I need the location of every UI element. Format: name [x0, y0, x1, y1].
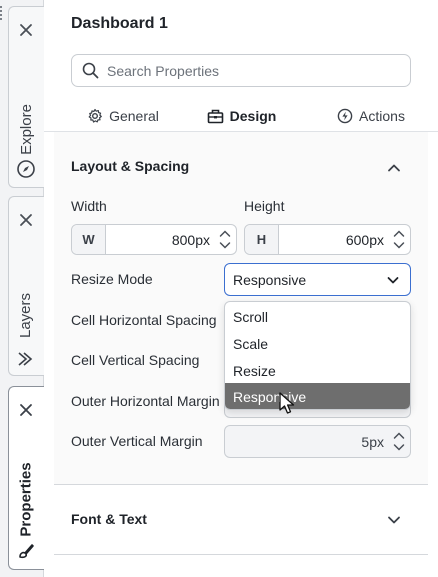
layers-icon [18, 352, 33, 366]
cell-vertical-spacing-label: Cell Vertical Spacing [71, 352, 200, 368]
close-icon[interactable] [9, 399, 43, 421]
menu-option-scroll[interactable]: Scroll [225, 303, 410, 330]
tab-general[interactable]: General [68, 100, 178, 132]
height-value[interactable]: 600px [279, 232, 388, 248]
side-dock: Explore Layers Properties [0, 0, 44, 577]
brush-icon [19, 544, 34, 559]
width-badge: W [72, 225, 106, 254]
width-label: Width [71, 198, 107, 214]
resize-mode-menu: Scroll Scale Resize Responsive [224, 301, 411, 410]
section-divider [54, 554, 428, 555]
gear-icon [88, 108, 102, 123]
resize-mode-select[interactable]: Responsive [224, 263, 411, 296]
menu-option-resize[interactable]: Resize [225, 357, 410, 384]
tab-design[interactable]: Design [179, 100, 304, 133]
chevron-down-icon [387, 277, 399, 284]
chevron-up-icon[interactable] [392, 229, 406, 238]
width-value[interactable]: 800px [106, 232, 214, 248]
outer-vertical-margin-label: Outer Vertical Margin [71, 433, 203, 449]
dock-tab-properties[interactable]: Properties [8, 386, 44, 570]
search-box[interactable] [71, 54, 411, 87]
outer-vertical-margin-value[interactable]: 5px [225, 434, 388, 450]
chevron-down-icon[interactable] [218, 241, 232, 250]
outer-horizontal-margin-label: Outer Horizontal Margin [71, 393, 220, 409]
menu-option-responsive[interactable]: Responsive [225, 383, 410, 409]
height-stepper[interactable] [388, 225, 410, 254]
chevron-up-icon[interactable] [392, 431, 406, 440]
close-icon[interactable] [9, 209, 43, 231]
toolbox-icon [207, 109, 223, 124]
chevron-down-icon[interactable] [386, 512, 402, 528]
chevron-down-icon[interactable] [392, 241, 406, 250]
menu-option-scale[interactable]: Scale [225, 330, 410, 357]
search-icon [82, 62, 99, 79]
dock-tab-label: Properties [17, 461, 35, 537]
height-field[interactable]: H 600px [244, 224, 411, 255]
tab-label: General [109, 108, 159, 124]
properties-panel: Dashboard 1 General Design [44, 0, 438, 577]
section-divider [54, 484, 428, 485]
outer-vertical-margin-field[interactable]: 5px [224, 425, 411, 458]
outer-vertical-margin-stepper[interactable] [388, 427, 410, 456]
tab-label: Design [229, 108, 277, 124]
width-stepper[interactable] [214, 225, 236, 254]
cell-horizontal-spacing-label: Cell Horizontal Spacing [71, 312, 217, 328]
dock-edge-grip [0, 6, 4, 20]
close-icon[interactable] [9, 19, 43, 41]
width-field[interactable]: W 800px [71, 224, 237, 255]
panel-tabs: General Design Actions [54, 100, 438, 133]
section-title-layout: Layout & Spacing [71, 158, 190, 174]
dock-tab-label: Layers [17, 292, 35, 338]
chevron-down-icon[interactable] [392, 443, 406, 452]
height-label: Height [244, 198, 285, 214]
tab-label: Actions [359, 108, 405, 124]
tab-actions[interactable]: Actions [316, 100, 426, 132]
dock-tab-layers[interactable]: Layers [8, 196, 44, 376]
dock-tab-explore[interactable]: Explore [8, 6, 44, 188]
chevron-up-icon[interactable] [218, 229, 232, 238]
chevron-up-icon[interactable] [386, 160, 402, 176]
bolt-icon [337, 108, 353, 124]
panel-title: Dashboard 1 [71, 15, 168, 32]
mouse-pointer-icon [279, 392, 295, 414]
height-badge: H [245, 225, 279, 254]
dock-tab-label: Explore [17, 103, 35, 155]
resize-mode-value: Responsive [233, 271, 307, 288]
search-input[interactable] [107, 62, 397, 79]
section-title-font: Font & Text [71, 511, 147, 527]
resize-mode-label: Resize Mode [71, 271, 153, 287]
compass-icon [17, 160, 35, 178]
